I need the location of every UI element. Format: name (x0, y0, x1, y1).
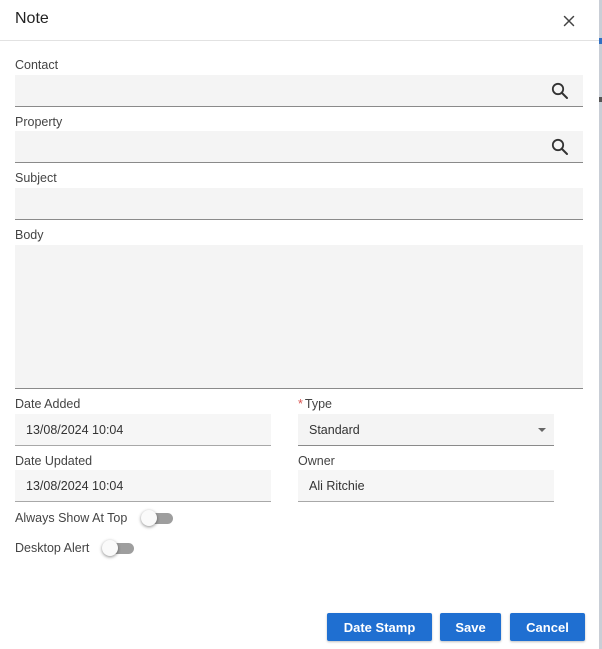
chevron-down-icon[interactable] (538, 428, 546, 432)
date-stamp-button[interactable]: Date Stamp (327, 613, 432, 641)
desktop-alert-toggle[interactable] (102, 540, 134, 556)
owner-value: Ali Ritchie (309, 479, 365, 493)
type-select[interactable]: Standard (298, 414, 554, 446)
date-updated-value: 13/08/2024 10:04 (26, 479, 124, 493)
body-field[interactable] (15, 245, 583, 389)
type-value: Standard (309, 423, 360, 437)
type-label-text: Type (304, 397, 332, 411)
subject-label: Subject (15, 171, 57, 185)
type-label: * Type (298, 397, 332, 411)
dialog-title: Note (15, 10, 49, 27)
close-icon (563, 15, 575, 27)
date-updated-field[interactable]: 13/08/2024 10:04 (15, 470, 271, 502)
contact-field[interactable] (15, 75, 583, 107)
cancel-button[interactable]: Cancel (510, 613, 585, 641)
contact-label: Contact (15, 58, 59, 72)
body-label: Body (15, 228, 44, 242)
date-added-label: Date Added (15, 397, 81, 411)
subject-field[interactable] (15, 188, 583, 220)
property-label: Property (15, 115, 63, 129)
toggle-knob (141, 510, 157, 526)
search-icon[interactable] (551, 82, 569, 100)
desktop-alert-label: Desktop Alert (15, 541, 90, 555)
close-button[interactable] (559, 11, 579, 31)
search-icon[interactable] (551, 138, 569, 156)
body-textarea[interactable] (15, 245, 583, 388)
always-show-at-top-toggle[interactable] (141, 510, 173, 526)
date-updated-label: Date Updated (15, 454, 93, 468)
property-input[interactable] (15, 131, 583, 162)
date-added-value: 13/08/2024 10:04 (26, 423, 124, 437)
subject-input[interactable] (15, 188, 583, 219)
save-button[interactable]: Save (440, 613, 501, 641)
owner-field[interactable]: Ali Ritchie (298, 470, 554, 502)
dialog-header: Note (0, 0, 599, 41)
contact-input[interactable] (15, 75, 583, 106)
owner-label: Owner (298, 454, 335, 468)
always-show-at-top-label: Always Show At Top (15, 511, 128, 525)
required-marker: * (298, 397, 303, 411)
date-added-field[interactable]: 13/08/2024 10:04 (15, 414, 271, 446)
property-field[interactable] (15, 131, 583, 163)
toggle-knob (102, 540, 118, 556)
